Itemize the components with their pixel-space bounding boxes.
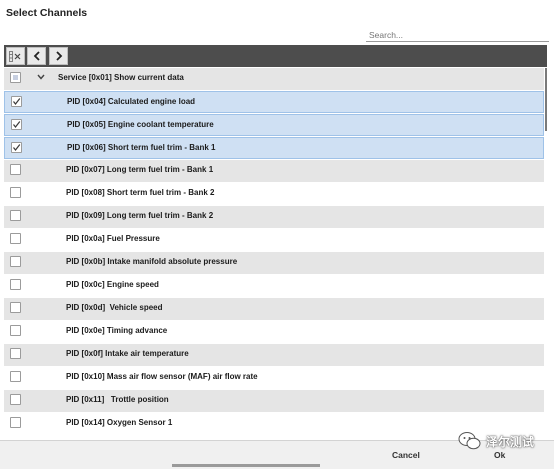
channel-checkbox[interactable] [10, 348, 21, 359]
channel-label: PID [0x0b] Intake manifold absolute pres… [66, 257, 238, 266]
channel-row[interactable]: PID [0x0e] Timing advance [4, 321, 544, 343]
channel-label: PID [0x10] Mass air flow sensor (MAF) ai… [66, 372, 258, 381]
watermark: 泽尔测试 [458, 431, 534, 451]
channel-label: PID [0x09] Long term fuel trim - Bank 2 [66, 211, 214, 220]
channel-row[interactable]: PID [0x0b] Intake manifold absolute pres… [4, 252, 544, 274]
channel-checkbox[interactable] [11, 119, 22, 130]
check-icon [13, 98, 21, 105]
watermark-text: 泽尔测试 [486, 434, 535, 449]
clear-selection-button[interactable] [6, 47, 25, 65]
channel-label: PID [0x0e] Timing advance [66, 326, 168, 335]
channel-checkbox[interactable] [10, 233, 21, 244]
group-checkbox[interactable] [10, 72, 21, 83]
search-input[interactable] [366, 29, 549, 42]
channel-checkbox[interactable] [11, 96, 22, 107]
channel-label: PID [0x05] Engine coolant temperature [67, 120, 214, 129]
channel-checkbox[interactable] [10, 302, 21, 313]
back-button[interactable] [27, 47, 46, 65]
channel-row[interactable]: PID [0x11] Trottle position [4, 390, 544, 412]
channel-label: PID [0x0d] Vehicle speed [66, 303, 163, 312]
cancel-button[interactable]: Cancel [392, 450, 420, 460]
channel-label: PID [0x08] Short term fuel trim - Bank 2 [66, 188, 215, 197]
channel-checkbox[interactable] [10, 256, 21, 267]
channel-checkbox[interactable] [10, 417, 21, 428]
channel-row[interactable]: PID [0x06] Short term fuel trim - Bank 1 [4, 137, 544, 159]
channel-label: PID [0x11] Trottle position [66, 395, 169, 404]
forward-button[interactable] [49, 47, 68, 65]
horizontal-scrollbar[interactable] [172, 464, 320, 467]
channel-label: PID [0x04] Calculated engine load [67, 97, 196, 106]
channel-row[interactable]: PID [0x04] Calculated engine load [4, 91, 544, 113]
channel-tree: Service [0x01] Show current data PID [0x0… [4, 68, 544, 438]
check-icon [13, 144, 21, 151]
channel-checkbox[interactable] [10, 187, 21, 198]
channel-row[interactable]: PID [0x0a] Fuel Pressure [4, 229, 544, 251]
channel-row[interactable]: PID [0x0d] Vehicle speed [4, 298, 544, 320]
channel-checkbox[interactable] [10, 164, 21, 175]
clear-selection-icon [9, 50, 21, 62]
channel-label: PID [0x0a] Fuel Pressure [66, 234, 160, 243]
channel-label: PID [0x0c] Engine speed [66, 280, 159, 289]
dialog-title: Select Channels [6, 7, 88, 19]
channel-row[interactable]: PID [0x0f] Intake air temperature [4, 344, 544, 366]
chevron-down-icon[interactable] [36, 72, 46, 82]
channel-row[interactable]: PID [0x0c] Engine speed [4, 275, 544, 297]
tree-group-row[interactable]: Service [0x01] Show current data [4, 68, 544, 90]
channel-label: PID [0x06] Short term fuel trim - Bank 1 [67, 143, 216, 152]
toolbar [4, 45, 547, 67]
channel-checkbox[interactable] [10, 325, 21, 336]
channel-row[interactable]: PID [0x07] Long term fuel trim - Bank 1 [4, 160, 544, 182]
channel-label: PID [0x07] Long term fuel trim - Bank 1 [66, 165, 214, 174]
channel-label: PID [0x14] Oxygen Sensor 1 [66, 418, 173, 427]
channel-checkbox[interactable] [11, 142, 22, 153]
check-icon [13, 121, 21, 128]
channel-label: PID [0x0f] Intake air temperature [66, 349, 189, 358]
chevron-left-icon [33, 51, 40, 61]
channel-checkbox[interactable] [10, 394, 21, 405]
channel-row[interactable]: PID [0x05] Engine coolant temperature [4, 114, 544, 136]
channel-checkbox[interactable] [10, 279, 21, 290]
channel-row[interactable]: PID [0x09] Long term fuel trim - Bank 2 [4, 206, 544, 228]
chevron-right-icon [55, 51, 62, 61]
channel-row[interactable]: PID [0x10] Mass air flow sensor (MAF) ai… [4, 367, 544, 389]
channel-checkbox[interactable] [10, 210, 21, 221]
vertical-scrollbar[interactable] [545, 68, 547, 131]
wechat-logo-icon [458, 432, 481, 450]
channel-row[interactable]: PID [0x08] Short term fuel trim - Bank 2 [4, 183, 544, 205]
channel-checkbox[interactable] [10, 371, 21, 382]
ok-button[interactable]: Ok [494, 450, 505, 460]
group-label: Service [0x01] Show current data [58, 73, 184, 82]
